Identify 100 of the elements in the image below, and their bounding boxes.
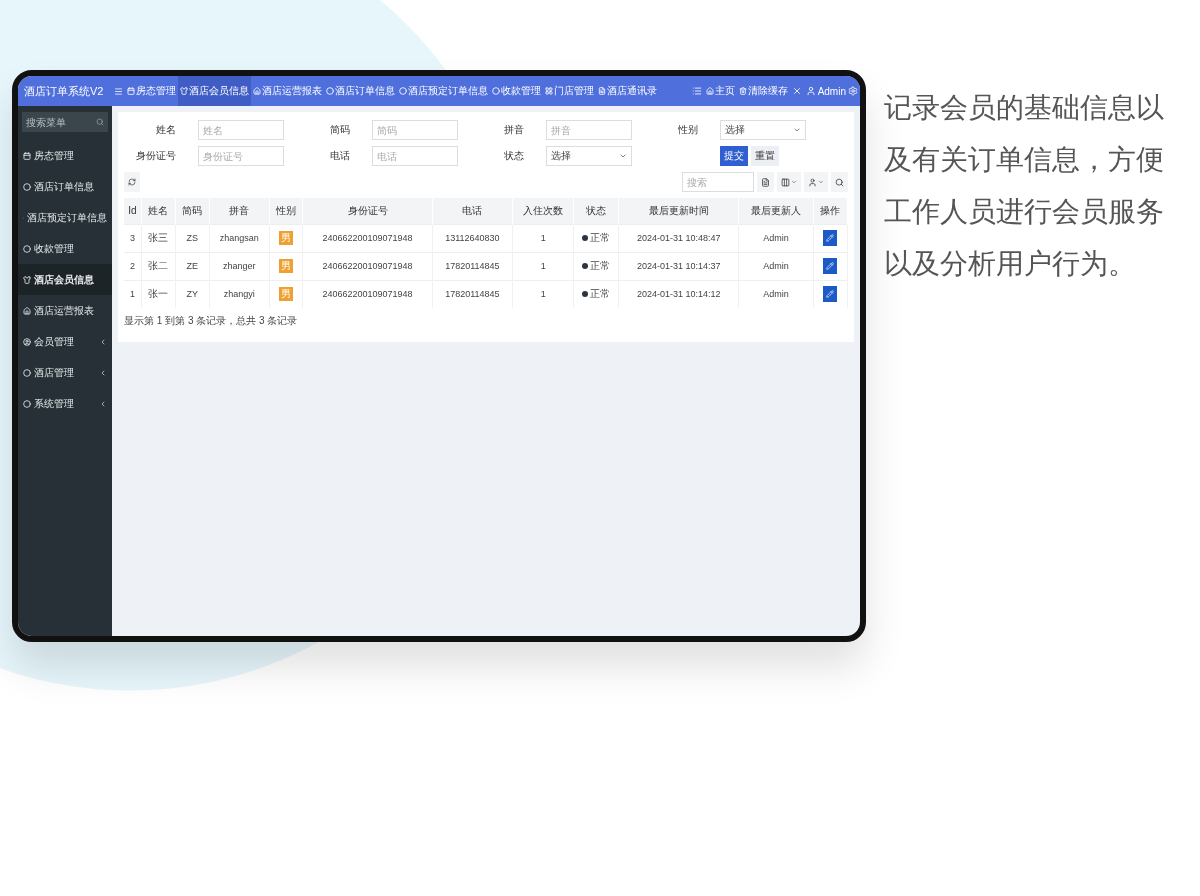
house-icon (253, 87, 261, 95)
nav-tab[interactable]: 门店管理 (543, 76, 596, 106)
sidebar-item[interactable]: 会员管理 (18, 326, 112, 357)
status-label: 正常 (582, 288, 611, 300)
table-cell: Admin (738, 224, 814, 252)
table-cell: zhangyi (209, 280, 270, 308)
input-field[interactable]: 电话 (372, 146, 458, 166)
search-button[interactable] (831, 172, 848, 192)
caret-icon (793, 126, 801, 134)
field-label: 姓名 (155, 123, 176, 137)
input-field[interactable]: 拼音 (546, 120, 632, 140)
menu-search-field[interactable]: 搜索菜单 (22, 112, 108, 132)
refresh-icon (128, 178, 136, 186)
column-header: 拼音 (209, 198, 270, 224)
sidebar-item[interactable]: 酒店订单信息 (18, 171, 112, 202)
refresh-button[interactable] (124, 172, 140, 192)
table-cell: 2024-01-31 10:14:12 (618, 280, 739, 308)
input-field[interactable]: 姓名 (198, 120, 284, 140)
column-header: 操作 (813, 198, 848, 224)
pagination-info: 显示第 1 到第 3 条记录，总共 3 条记录 (124, 314, 299, 328)
select-field[interactable]: 选择 (546, 146, 632, 166)
sidebar-item[interactable]: 酒店管理 (18, 357, 112, 388)
gender-badge: 男 (279, 259, 293, 273)
nav-tab[interactable]: 酒店预定订单信息 (397, 76, 490, 106)
table-cell: 13112640830 (432, 224, 513, 252)
header-link[interactable]: 主页 (703, 76, 737, 106)
sidebar-item[interactable]: 收款管理 (18, 233, 112, 264)
status-label: 正常 (582, 232, 611, 243)
column-header: Id (124, 198, 142, 224)
user-icon (23, 337, 31, 346)
table-cell: Admin (738, 252, 814, 280)
toggle-button[interactable] (757, 172, 774, 192)
edit-button[interactable] (823, 286, 838, 303)
close-icon (791, 86, 802, 96)
shirt-icon (180, 87, 188, 95)
search-field[interactable]: 搜索 (682, 172, 754, 192)
sidebar-item[interactable]: 酒店会员信息 (18, 264, 112, 295)
table-cell: zhanger (209, 252, 270, 280)
table-cell: 张三 (141, 224, 176, 252)
edit-button[interactable] (823, 258, 838, 274)
caret-icon (619, 152, 627, 160)
column-header: 入住次数 (512, 198, 574, 224)
pencil-icon (826, 262, 835, 270)
field-label: 状态 (503, 149, 524, 163)
submit-button[interactable]: 提交 (720, 146, 748, 166)
select-field[interactable]: 选择 (720, 120, 806, 140)
nav-tab[interactable]: 房态管理 (125, 76, 178, 106)
columns-icon (781, 177, 790, 187)
column-header: 身份证号 (302, 198, 433, 224)
column-header: 性别 (269, 198, 303, 224)
pencil-icon (826, 290, 835, 299)
nav-tab[interactable]: 收款管理 (490, 76, 543, 106)
field-label: 性别 (677, 123, 698, 137)
status-label: 正常 (582, 260, 611, 271)
sidebar-item[interactable]: 酒店运营报表 (18, 295, 112, 326)
reset-button[interactable]: 重置 (751, 146, 779, 166)
user-icon (808, 177, 817, 187)
nav-tab[interactable]: 酒店会员信息 (178, 76, 251, 106)
pencil-icon (826, 234, 835, 242)
field-label: 简码 (329, 123, 350, 137)
house-icon (705, 87, 714, 95)
user-name[interactable]: Admin (817, 85, 846, 97)
input-field[interactable]: 简码 (372, 120, 458, 140)
column-header: 电话 (432, 198, 513, 224)
search-icon (835, 177, 844, 187)
table-cell: 张一 (141, 280, 176, 308)
export-button[interactable] (804, 172, 828, 192)
caret-icon (818, 179, 824, 185)
shirt-icon (23, 275, 31, 284)
list-icon (691, 86, 702, 96)
caret-icon (791, 179, 797, 185)
field-label: 电话 (329, 149, 350, 163)
table-cell: 17820114845 (432, 280, 513, 308)
document-icon (598, 87, 606, 95)
table-cell: 1 (124, 280, 142, 308)
column-header: 状态 (573, 198, 619, 224)
table-cell: 1 (512, 224, 574, 252)
grid-icon (545, 87, 553, 95)
nav-tab[interactable]: 酒店运营报表 (251, 76, 324, 106)
table-cell: 1 (512, 280, 574, 308)
trash-icon (738, 87, 747, 95)
input-field[interactable]: 身份证号 (198, 146, 284, 166)
edit-button[interactable] (823, 230, 838, 246)
description-text: 记录会员的基础信息以及有关订单信息，方便工作人员进行会员服务以及分析用户行为。 (884, 91, 1165, 281)
gender-badge: 男 (279, 231, 293, 245)
columns-button[interactable] (777, 172, 801, 192)
sidebar-item[interactable]: 系统管理 (18, 388, 112, 419)
table-cell: 240662200109071948 (302, 224, 433, 252)
sidebar-item[interactable]: 酒店预定订单信息 (18, 202, 112, 233)
sidebar-item[interactable]: 房态管理 (18, 140, 112, 171)
column-header: 简码 (175, 198, 210, 224)
column-header: 最后更新人 (738, 198, 814, 224)
table-cell: 240662200109071948 (302, 280, 433, 308)
nav-tab[interactable]: 酒店通讯录 (596, 76, 659, 106)
field-label: 身份证号 (135, 149, 176, 163)
header-link[interactable]: 清除缓存 (736, 76, 790, 106)
table-cell: ZS (175, 224, 210, 252)
nav-tab[interactable]: 酒店订单信息 (324, 76, 397, 106)
table-cell: 17820114845 (432, 252, 513, 280)
menu-icon (114, 86, 123, 96)
